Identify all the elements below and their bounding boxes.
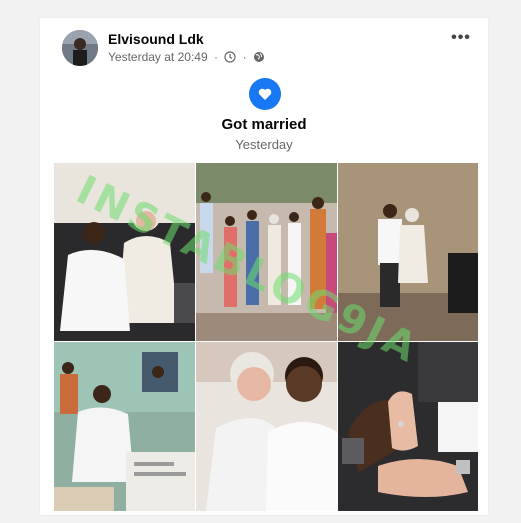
author-avatar[interactable] xyxy=(62,30,98,66)
more-options-icon[interactable]: ••• xyxy=(448,28,474,50)
photo-couple-dancing[interactable] xyxy=(338,163,478,341)
author-name[interactable]: Elvisound Ldk xyxy=(108,31,204,47)
clock-icon xyxy=(224,50,239,64)
photo-grid xyxy=(54,163,478,511)
life-event-icon xyxy=(249,78,281,110)
photo-couple-selfie[interactable] xyxy=(196,342,337,511)
post-meta: Yesterday at 20:49 · · xyxy=(108,50,265,64)
photo-group-outdoors[interactable] xyxy=(196,163,337,341)
photo-couple-seated[interactable] xyxy=(54,163,195,341)
facebook-post-card: Elvisound Ldk Yesterday at 20:49 · · •••… xyxy=(40,18,488,515)
photo-hands-with-rings[interactable] xyxy=(338,342,478,511)
life-event-date: Yesterday xyxy=(235,137,293,152)
post-timestamp[interactable]: Yesterday at 20:49 xyxy=(108,50,208,64)
globe-icon xyxy=(253,50,265,64)
photo-signing-register[interactable] xyxy=(54,342,195,511)
life-event-title: Got married xyxy=(221,116,307,133)
